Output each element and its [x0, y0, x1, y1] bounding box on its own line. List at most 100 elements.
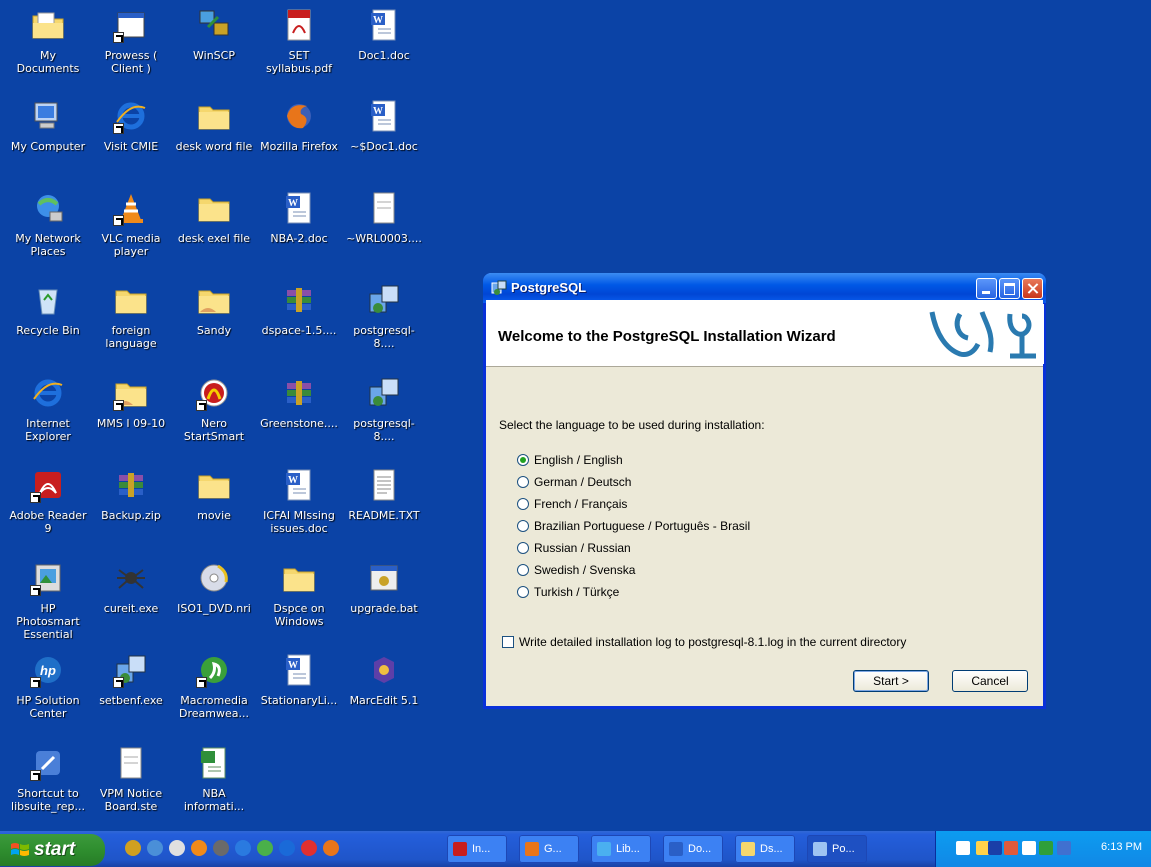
desktop-icon[interactable]: Macromedia Dreamwea...: [173, 652, 255, 720]
tray-icon[interactable]: [956, 841, 970, 855]
window-titlebar[interactable]: PostgreSQL: [483, 273, 1046, 303]
desktop-icon[interactable]: Recycle Bin: [7, 282, 89, 337]
language-radio[interactable]: [517, 564, 529, 576]
clock[interactable]: 6:13 PM: [1101, 841, 1142, 853]
quick-launch-icon[interactable]: [323, 840, 339, 856]
desktop-icon[interactable]: HP Photosmart Essential: [7, 560, 89, 641]
quick-launch-icon[interactable]: [213, 840, 229, 856]
log-checkbox[interactable]: [502, 636, 514, 648]
log-checkbox-label[interactable]: Write detailed installation log to postg…: [519, 635, 906, 649]
desktop-icon[interactable]: SET syllabus.pdf: [258, 7, 340, 75]
desktop-icon[interactable]: Visit CMIE: [90, 98, 172, 153]
desktop-icon[interactable]: W ICFAI MIssing issues.doc: [258, 467, 340, 535]
desktop-icon-label: VLC media player: [101, 232, 161, 258]
taskbar-button[interactable]: G...: [519, 835, 579, 863]
maximize-button[interactable]: [999, 278, 1020, 299]
tray-icon[interactable]: [1057, 841, 1071, 855]
language-option[interactable]: Russian / Russian: [517, 539, 631, 557]
language-radio[interactable]: [517, 520, 529, 532]
winscp-icon: [196, 7, 232, 43]
language-label[interactable]: French / Français: [534, 497, 627, 511]
desktop-icon[interactable]: ~WRL0003....: [343, 190, 425, 245]
language-radio[interactable]: [517, 454, 529, 466]
desktop-icon[interactable]: hp HP Solution Center: [7, 652, 89, 720]
tray-icon[interactable]: [1022, 841, 1036, 855]
desktop-icon[interactable]: Nero StartSmart: [173, 375, 255, 443]
desktop-icon[interactable]: movie: [173, 467, 255, 522]
language-radio[interactable]: [517, 586, 529, 598]
desktop-icon[interactable]: Adobe Reader 9: [7, 467, 89, 535]
language-radio[interactable]: [517, 542, 529, 554]
quick-launch-icon[interactable]: [147, 840, 163, 856]
tray-icon[interactable]: [1039, 841, 1053, 855]
quick-launch-icon[interactable]: [125, 840, 141, 856]
desktop-icon[interactable]: MMS I 09-10: [90, 375, 172, 430]
desktop-icon[interactable]: setbenf.exe: [90, 652, 172, 707]
desktop-icon[interactable]: Shortcut to libsuite_rep...: [7, 745, 89, 813]
tray-icon[interactable]: [1004, 841, 1018, 855]
start-menu-button[interactable]: start: [0, 834, 105, 866]
language-radio[interactable]: [517, 476, 529, 488]
desktop-icon[interactable]: cureit.exe: [90, 560, 172, 615]
language-label[interactable]: German / Deutsch: [534, 475, 631, 489]
desktop-icon[interactable]: W StationaryLi...: [258, 652, 340, 707]
desktop-icon[interactable]: foreign language: [90, 282, 172, 350]
language-label[interactable]: Brazilian Portuguese / Português - Brasi…: [534, 519, 750, 533]
language-option[interactable]: Turkish / Türkçe: [517, 583, 619, 601]
taskbar-button[interactable]: In...: [447, 835, 507, 863]
shortcut-arrow-icon: [113, 677, 124, 688]
desktop-icon[interactable]: Mozilla Firefox: [258, 98, 340, 153]
language-label[interactable]: Russian / Russian: [534, 541, 631, 555]
tray-icon[interactable]: [988, 841, 1002, 855]
language-label[interactable]: Turkish / Türkçe: [534, 585, 619, 599]
taskbar-button[interactable]: Lib...: [591, 835, 651, 863]
desktop-icon[interactable]: Backup.zip: [90, 467, 172, 522]
desktop-icon[interactable]: postgresql-8....: [343, 282, 425, 350]
close-button[interactable]: [1022, 278, 1043, 299]
quick-launch-icon[interactable]: [235, 840, 251, 856]
taskbar-button[interactable]: Do...: [663, 835, 723, 863]
language-label[interactable]: Swedish / Svenska: [534, 563, 635, 577]
desktop-icon[interactable]: VLC media player: [90, 190, 172, 258]
desktop-icon[interactable]: My Network Places: [7, 190, 89, 258]
quick-launch-icon[interactable]: [191, 840, 207, 856]
desktop-icon[interactable]: ISO1_DVD.nri: [173, 560, 255, 615]
language-option[interactable]: English / English: [517, 451, 623, 469]
language-option[interactable]: Swedish / Svenska: [517, 561, 635, 579]
desktop-icon[interactable]: WinSCP: [173, 7, 255, 62]
desktop-icon[interactable]: upgrade.bat: [343, 560, 425, 615]
start-button[interactable]: Start >: [853, 670, 929, 692]
desktop-icon[interactable]: W NBA-2.doc: [258, 190, 340, 245]
desktop-icon[interactable]: My Documents: [7, 7, 89, 75]
taskbar-button[interactable]: Ds...: [735, 835, 795, 863]
desktop-icon[interactable]: MarcEdit 5.1: [343, 652, 425, 707]
minimize-button[interactable]: [976, 278, 997, 299]
desktop-icon[interactable]: Sandy: [173, 282, 255, 337]
desktop-icon[interactable]: dspace-1.5....: [258, 282, 340, 337]
quick-launch-icon[interactable]: [279, 840, 295, 856]
language-label[interactable]: English / English: [534, 453, 623, 467]
desktop-icon[interactable]: desk word file: [173, 98, 255, 153]
quick-launch-icon[interactable]: [257, 840, 273, 856]
language-option[interactable]: Brazilian Portuguese / Português - Brasi…: [517, 517, 750, 535]
quick-launch-icon[interactable]: [169, 840, 185, 856]
cancel-button[interactable]: Cancel: [952, 670, 1028, 692]
desktop-icon[interactable]: postgresql-8....: [343, 375, 425, 443]
desktop-icon[interactable]: Internet Explorer: [7, 375, 89, 443]
desktop-icon[interactable]: Prowess ( Client ): [90, 7, 172, 75]
desktop-icon[interactable]: README.TXT: [343, 467, 425, 522]
desktop-icon[interactable]: W Doc1.doc: [343, 7, 425, 62]
desktop-icon[interactable]: VPM Notice Board.ste: [90, 745, 172, 813]
language-option[interactable]: German / Deutsch: [517, 473, 631, 491]
desktop-icon[interactable]: desk exel file: [173, 190, 255, 245]
quick-launch-icon[interactable]: [301, 840, 317, 856]
desktop-icon[interactable]: My Computer: [7, 98, 89, 153]
desktop-icon[interactable]: Greenstone....: [258, 375, 340, 430]
desktop-icon[interactable]: NBA informati...: [173, 745, 255, 813]
desktop-icon[interactable]: Dspce on Windows: [258, 560, 340, 628]
desktop-icon[interactable]: W ~$Doc1.doc: [343, 98, 425, 153]
language-radio[interactable]: [517, 498, 529, 510]
language-option[interactable]: French / Français: [517, 495, 627, 513]
taskbar-button[interactable]: Po...: [807, 835, 867, 863]
log-option[interactable]: Write detailed installation log to postg…: [502, 635, 906, 649]
